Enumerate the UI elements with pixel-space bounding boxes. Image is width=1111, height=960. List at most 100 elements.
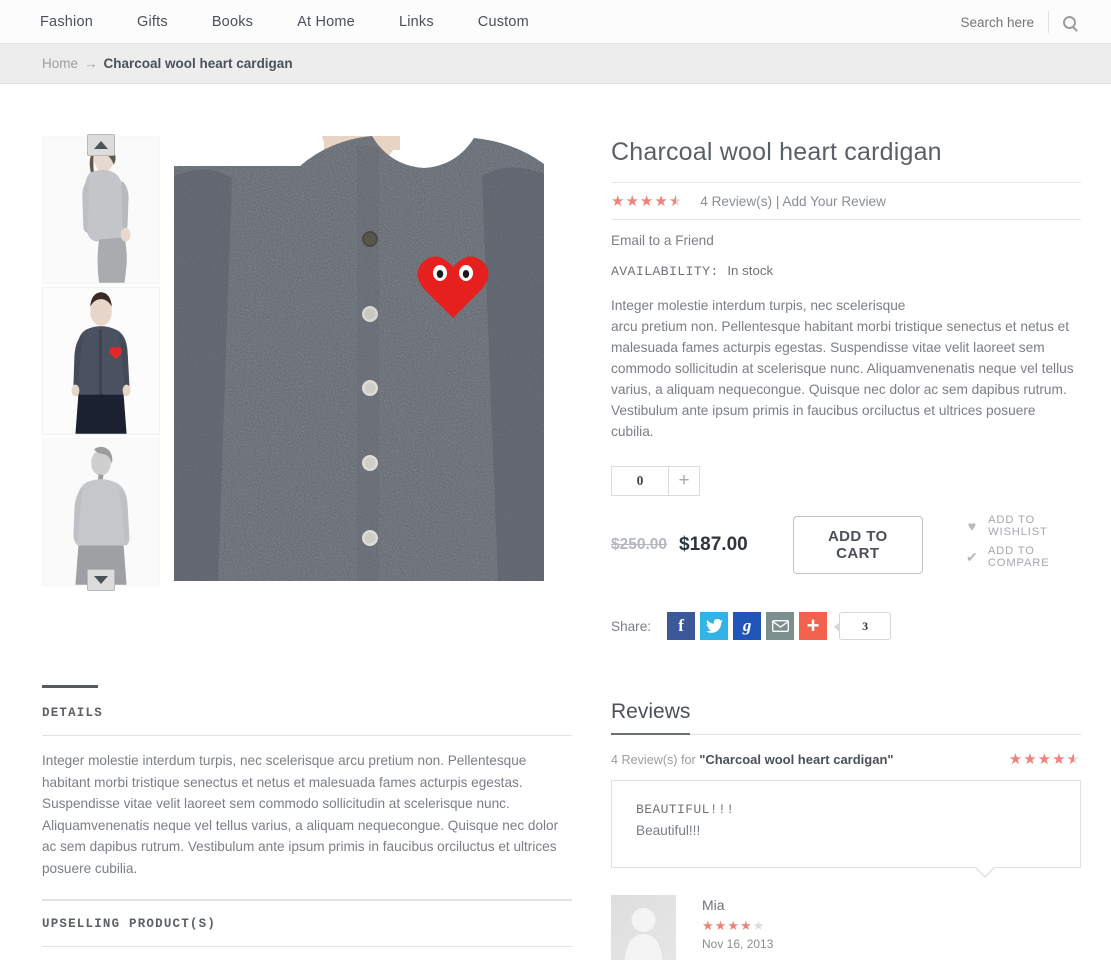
thumbnail-2[interactable] — [42, 287, 160, 435]
rating-meta: 4 Review(s) | Add Your Review — [700, 194, 886, 209]
star-filled: ★ — [654, 193, 669, 210]
heart-icon: ♥ — [967, 518, 977, 534]
plus-icon: + — [806, 613, 820, 638]
breadcrumb: Home → Charcoal wool heart cardigan — [0, 44, 1111, 84]
review-count-link[interactable]: 4 Review(s) — [700, 194, 772, 209]
reviews-summary-product: "Charcoal wool heart cardigan" — [699, 752, 894, 767]
star-filled: ★ — [702, 918, 715, 933]
quantity-stepper: + — [611, 466, 1081, 496]
page-body: DETAILS Integer molestie interdum turpis… — [0, 84, 1111, 960]
breadcrumb-home-link[interactable]: Home — [42, 56, 78, 71]
check-icon: ✔ — [965, 549, 978, 565]
review-body: Beautiful!!! — [636, 823, 701, 838]
share-label: Share: — [611, 618, 652, 634]
envelope-icon — [771, 620, 789, 632]
star-filled: ★ — [727, 918, 740, 933]
accordion-upselling-header[interactable]: UPSELLING PRODUCT(S) — [42, 900, 572, 946]
add-to-compare-button[interactable]: ✔ ADD TO COMPARE — [965, 545, 1081, 569]
thumbnail-1-image — [43, 137, 159, 283]
search-input[interactable] — [918, 13, 1048, 31]
thumbnail-scroll-down-button[interactable] — [87, 569, 115, 591]
star-filled: ★ — [1008, 751, 1024, 768]
thumbnail-1[interactable] — [42, 136, 160, 284]
nav-item-gifts[interactable]: Gifts — [137, 14, 168, 30]
old-price: $250.00 — [611, 536, 668, 553]
star-filled: ★ — [1037, 751, 1053, 768]
product-info-column: Charcoal wool heart cardigan ★ ★ ★ ★ ★ 4… — [611, 136, 1081, 960]
review-bubble: BEAUTIFUL!!! Beautiful!!! — [611, 780, 1081, 878]
thumbnail-scroll-up-button[interactable] — [87, 134, 115, 156]
star-filled: ★ — [611, 193, 626, 210]
reviews-summary-row: 4 Review(s) for "Charcoal wool heart car… — [611, 735, 1081, 780]
current-price: $187.00 — [679, 534, 748, 555]
add-review-link[interactable]: Add Your Review — [782, 194, 886, 209]
product-gallery — [42, 134, 572, 591]
nav-item-custom[interactable]: Custom — [478, 14, 529, 30]
quantity-field-wrap — [611, 466, 669, 496]
add-to-cart-button[interactable]: ADD TO CART — [792, 516, 923, 574]
avatar-placeholder-icon — [611, 895, 676, 960]
site-header: Fashion Gifts Books At Home Links Custom — [0, 0, 1111, 44]
availability-row: AVAILABILITY: In stock — [611, 250, 1081, 279]
nav-item-at-home[interactable]: At Home — [297, 14, 355, 30]
share-count-badge[interactable]: 3 — [834, 612, 892, 640]
email-to-friend-link[interactable]: Email to a Friend — [611, 220, 714, 248]
star-filled: ★ — [714, 918, 728, 933]
search-area — [918, 0, 1089, 44]
add-to-wishlist-button[interactable]: ♥ ADD TO WISHLIST — [965, 514, 1081, 538]
thumbnail-3[interactable] — [42, 438, 160, 586]
star-filled: ★ — [625, 193, 640, 210]
google-plus-icon: g — [742, 616, 752, 635]
thumbnail-strip — [42, 134, 160, 591]
thumbnail-3-image — [43, 439, 159, 585]
page-title: Charcoal wool heart cardigan — [611, 138, 942, 166]
availability-label: AVAILABILITY: — [611, 264, 719, 279]
main-product-image-graphic — [174, 136, 544, 581]
search-button[interactable] — [1049, 0, 1089, 44]
star-empty: ★ — [752, 918, 766, 933]
main-product-image[interactable] — [174, 136, 544, 581]
star-filled: ★ — [1023, 751, 1038, 768]
star-filled: ★ — [739, 918, 753, 933]
reviews-summary-count: 4 Review(s) for — [611, 753, 700, 767]
breadcrumb-arrow-icon: → — [84, 56, 98, 71]
share-facebook-button[interactable]: f — [667, 612, 696, 640]
share-addthis-button[interactable]: + — [799, 612, 828, 640]
availability-value: In stock — [727, 263, 774, 278]
short-description: Integer molestie interdum turpis, nec sc… — [611, 298, 1074, 439]
accordion-details: DETAILS Integer molestie interdum turpis… — [42, 688, 572, 900]
reviews-summary-stars: ★ ★ ★ ★ ★ — [1009, 752, 1081, 767]
add-to-wishlist-label: ADD TO WISHLIST — [988, 514, 1048, 538]
accordion-details-body: Integer molestie interdum turpis, nec sc… — [42, 735, 572, 899]
facebook-icon: f — [678, 616, 684, 635]
reviews-section: Reviews 4 Review(s) for "Charcoal wool h… — [611, 700, 1081, 960]
quantity-increase-button[interactable]: + — [669, 466, 700, 496]
share-twitter-button[interactable] — [700, 612, 729, 640]
main-navigation: Fashion Gifts Books At Home Links Custom — [40, 14, 573, 30]
product-media-column: DETAILS Integer molestie interdum turpis… — [42, 134, 572, 960]
reviews-heading: Reviews — [611, 700, 691, 735]
share-googleplus-button[interactable]: g — [733, 612, 762, 640]
review-title: BEAUTIFUL!!! — [636, 802, 735, 817]
share-row: Share: f g + 3 — [611, 612, 1081, 640]
twitter-icon — [705, 618, 723, 633]
nav-item-books[interactable]: Books — [212, 14, 253, 30]
star-filled: ★ — [1052, 751, 1067, 768]
review-author-row: Mia ★ ★ ★ ★ ★ Nov 16, 2013 — [611, 895, 1081, 960]
review-author-info: Mia ★ ★ ★ ★ ★ Nov 16, 2013 — [702, 895, 773, 960]
quantity-input[interactable] — [612, 467, 668, 495]
star-half: ★ — [668, 193, 684, 210]
rating-separator: | — [775, 194, 780, 209]
nav-item-fashion[interactable]: Fashion — [40, 14, 93, 30]
wishlist-compare-group: ♥ ADD TO WISHLIST ✔ ADD TO COMPARE — [965, 514, 1081, 576]
nav-item-links[interactable]: Links — [399, 14, 434, 30]
accordion-details-header[interactable]: DETAILS — [42, 688, 572, 735]
product-rating-stars: ★ ★ ★ ★ ★ — [611, 194, 683, 209]
breadcrumb-current: Charcoal wool heart cardigan — [103, 56, 293, 71]
share-email-button[interactable] — [766, 612, 795, 640]
purchase-row: $250.00 $187.00 ADD TO CART ♥ ADD TO WIS… — [611, 514, 1081, 576]
review-date: Nov 16, 2013 — [702, 937, 774, 951]
accordion-upselling: UPSELLING PRODUCT(S) — [42, 900, 572, 947]
thumbnail-2-image — [43, 288, 159, 434]
star-filled: ★ — [639, 193, 655, 210]
